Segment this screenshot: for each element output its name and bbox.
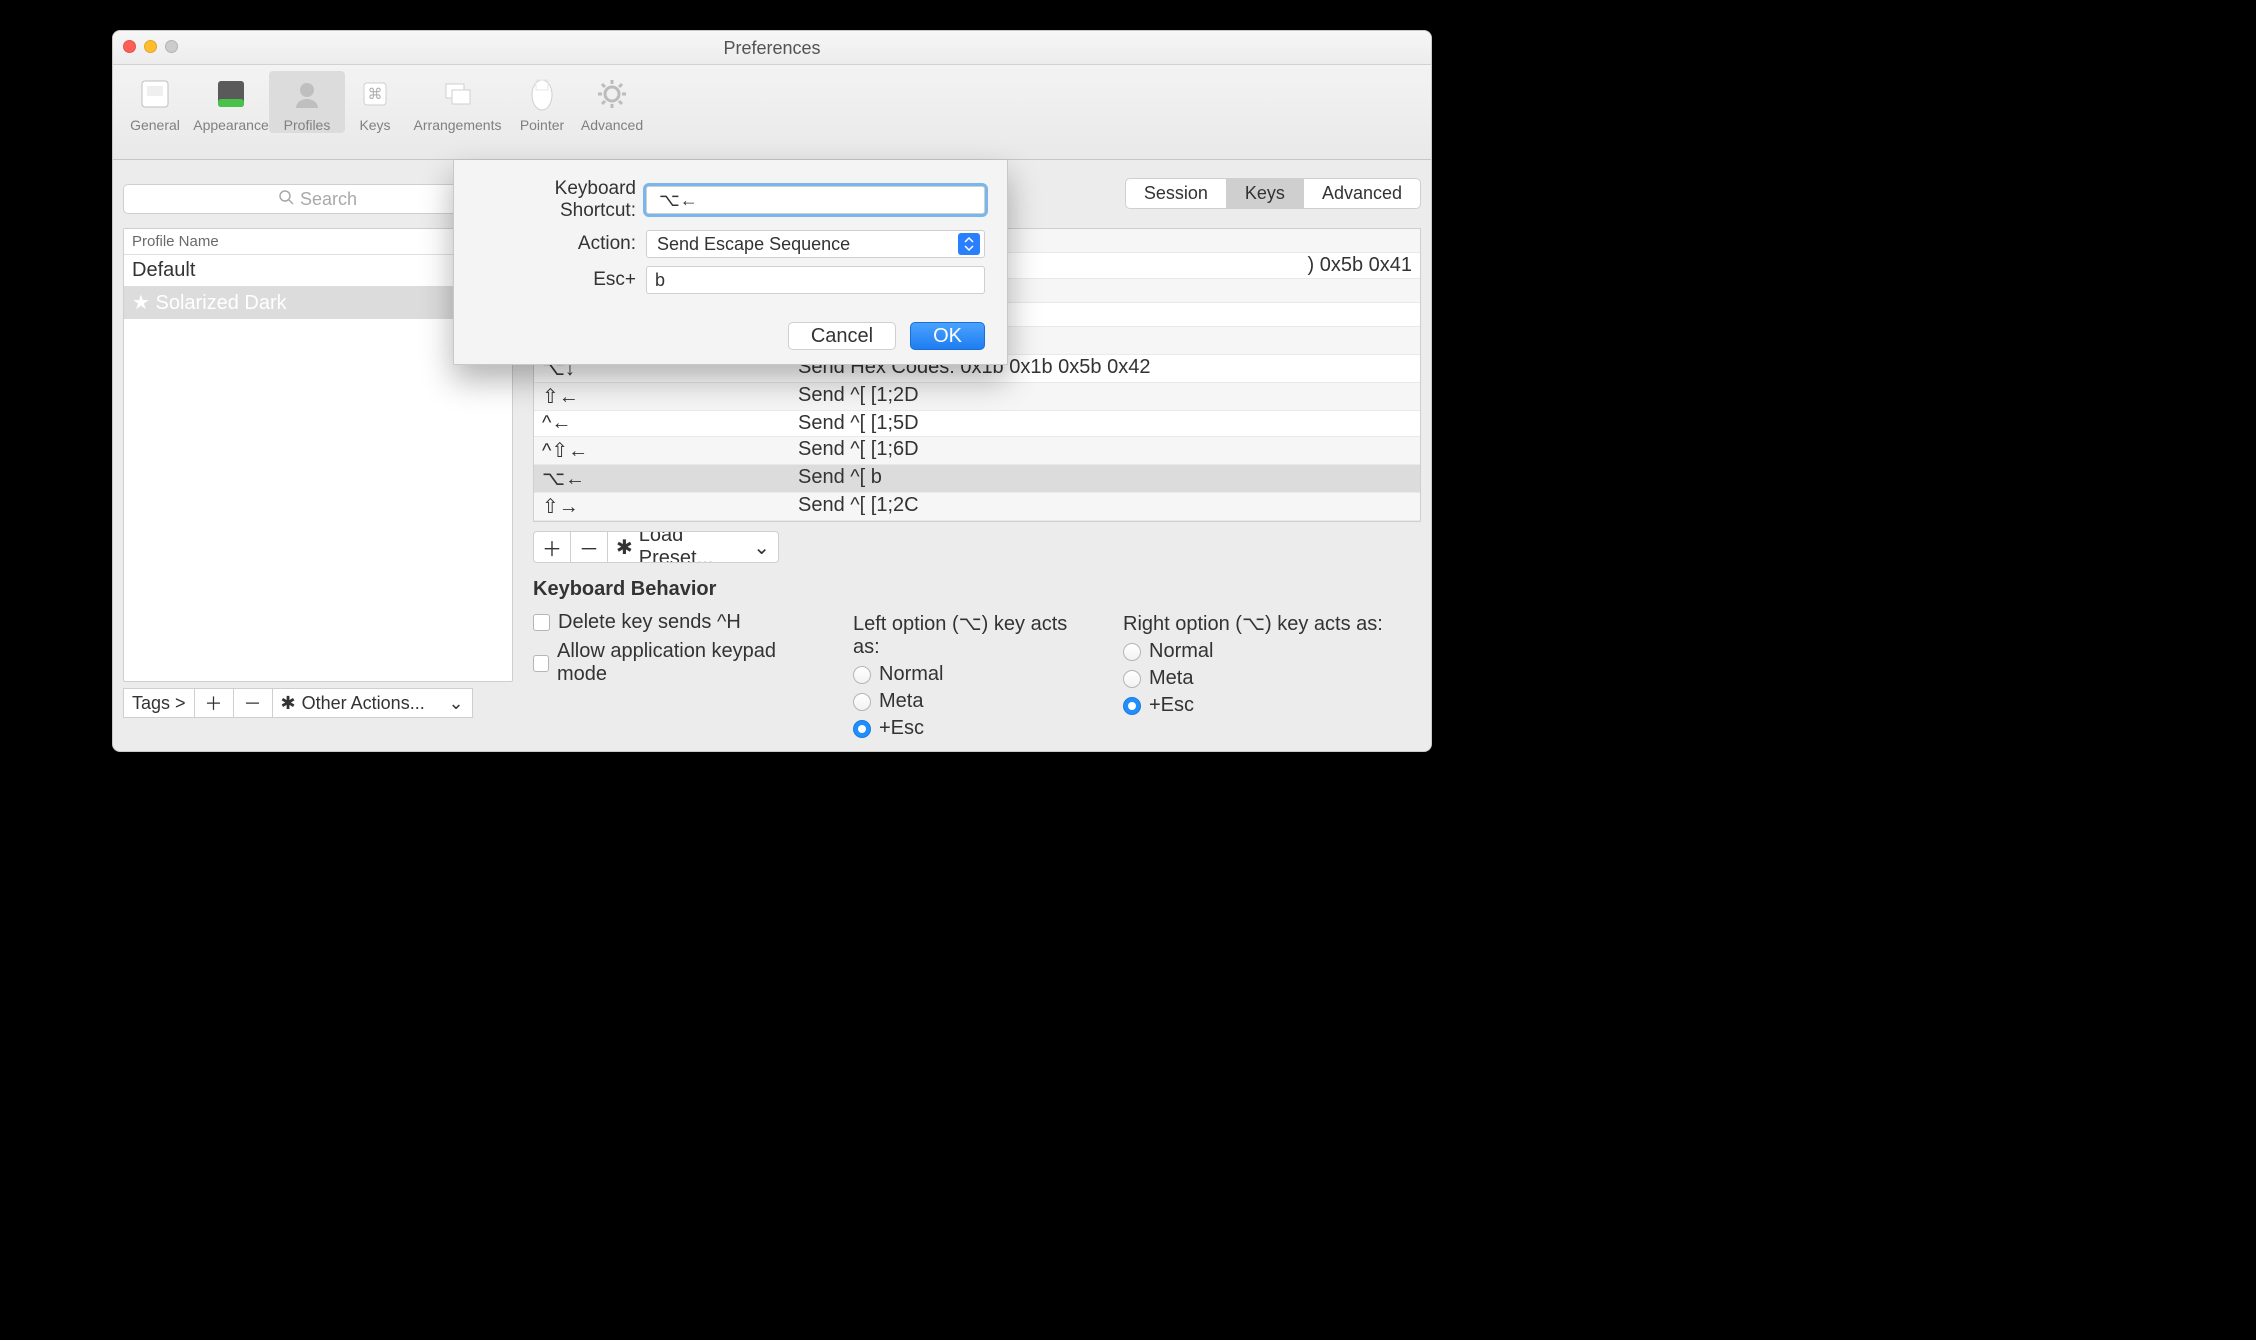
detail-tabs: Session Keys Advanced — [1125, 178, 1421, 209]
radio-icon — [853, 720, 871, 738]
preferences-window: Preferences General Appearance Profiles … — [112, 30, 1432, 752]
gear-icon: ✱ — [281, 693, 296, 714]
ok-button[interactable]: OK — [910, 322, 985, 350]
esc-label: Esc+ — [476, 269, 646, 291]
shortcut-label: Keyboard Shortcut: — [476, 178, 646, 222]
table-row[interactable]: ⇧→Send ^[ [1;2C — [534, 493, 1420, 521]
edit-keymap-sheet: Keyboard Shortcut: ⌥← Action: Send Escap… — [453, 160, 1008, 365]
toolbar-appearance[interactable]: Appearance — [193, 71, 269, 133]
radio-icon — [853, 666, 871, 684]
left-option-esc[interactable]: +Esc — [853, 717, 1083, 740]
tab-session[interactable]: Session — [1126, 179, 1227, 208]
pointer-icon — [522, 75, 562, 113]
general-icon — [135, 75, 175, 113]
toolbar: General Appearance Profiles ⌘ Keys Arran… — [113, 65, 1431, 160]
checkbox-icon — [533, 655, 549, 672]
checkbox-icon — [533, 614, 550, 631]
right-option-meta[interactable]: Meta — [1123, 667, 1383, 690]
delete-sends-ctrlh[interactable]: Delete key sends ^H — [533, 611, 813, 634]
table-row[interactable]: ⇧←Send ^[ [1;2D — [534, 383, 1420, 411]
right-option-label: Right option (⌥) key acts as: — [1123, 611, 1383, 636]
table-row[interactable]: ^←Send ^[ [1;5D — [534, 411, 1420, 437]
table-row[interactable]: ^⇧←Send ^[ [1;6D — [534, 437, 1420, 465]
right-option-esc[interactable]: +Esc — [1123, 694, 1383, 717]
minimize-icon[interactable] — [144, 40, 157, 53]
load-preset-button[interactable]: ✱ Load Preset... ⌄ — [608, 532, 778, 562]
remove-keymap-button[interactable]: － — [571, 532, 608, 562]
chevron-down-icon: ⌄ — [753, 535, 770, 560]
action-label: Action: — [476, 233, 646, 255]
toolbar-arrangements[interactable]: Arrangements — [405, 71, 510, 133]
profiles-icon — [287, 75, 327, 113]
left-option-label: Left option (⌥) key acts as: — [853, 611, 1083, 659]
chevron-up-down-icon — [958, 233, 980, 255]
left-option-meta[interactable]: Meta — [853, 690, 1083, 713]
keyboard-behavior-header: Keyboard Behavior — [533, 578, 1421, 601]
toolbar-keys[interactable]: ⌘ Keys — [345, 71, 405, 133]
other-actions-button[interactable]: ✱ Other Actions... ⌄ — [273, 688, 473, 718]
toolbar-advanced[interactable]: Advanced — [574, 71, 650, 133]
radio-icon — [1123, 670, 1141, 688]
toolbar-profiles[interactable]: Profiles — [269, 71, 345, 133]
radio-icon — [853, 693, 871, 711]
add-profile-button[interactable]: ＋ — [195, 688, 234, 718]
titlebar: Preferences — [113, 31, 1431, 65]
tab-keys[interactable]: Keys — [1227, 179, 1304, 208]
allow-app-keypad[interactable]: Allow application keypad mode — [533, 640, 813, 686]
radio-icon — [1123, 697, 1141, 715]
shortcut-field[interactable]: ⌥← — [646, 186, 985, 214]
keymap-controls: ＋ － ✱ Load Preset... ⌄ — [533, 531, 779, 563]
table-row[interactable]: ⌥←Send ^[ b — [534, 465, 1420, 493]
window-title: Preferences — [113, 31, 1431, 65]
keys-icon: ⌘ — [355, 75, 395, 113]
keyboard-behavior: Keyboard Behavior Delete key sends ^H Al… — [533, 578, 1421, 744]
arrangements-icon — [438, 75, 478, 113]
zoom-icon[interactable] — [165, 40, 178, 53]
search-icon — [279, 189, 294, 210]
window-controls — [123, 40, 178, 53]
radio-icon — [1123, 643, 1141, 661]
profile-bottombar: Tags > ＋ － ✱ Other Actions... ⌄ — [123, 688, 513, 718]
gear-icon: ✱ — [616, 535, 633, 560]
star-icon: ★ — [132, 292, 156, 314]
cancel-button[interactable]: Cancel — [788, 322, 896, 350]
add-keymap-button[interactable]: ＋ — [534, 532, 571, 562]
right-option-normal[interactable]: Normal — [1123, 640, 1383, 663]
tab-advanced[interactable]: Advanced — [1304, 179, 1420, 208]
close-icon[interactable] — [123, 40, 136, 53]
appearance-icon — [211, 75, 251, 113]
toolbar-pointer[interactable]: Pointer — [510, 71, 574, 133]
action-select[interactable]: Send Escape Sequence — [646, 230, 985, 258]
advanced-icon — [592, 75, 632, 113]
esc-field[interactable]: b — [646, 266, 985, 294]
chevron-down-icon: ⌄ — [448, 693, 463, 714]
tags-button[interactable]: Tags > — [123, 688, 195, 718]
svg-text:⌘: ⌘ — [368, 86, 383, 103]
toolbar-general[interactable]: General — [117, 71, 193, 133]
left-option-normal[interactable]: Normal — [853, 663, 1083, 686]
search-placeholder: Search — [300, 189, 357, 210]
remove-profile-button[interactable]: － — [234, 688, 273, 718]
